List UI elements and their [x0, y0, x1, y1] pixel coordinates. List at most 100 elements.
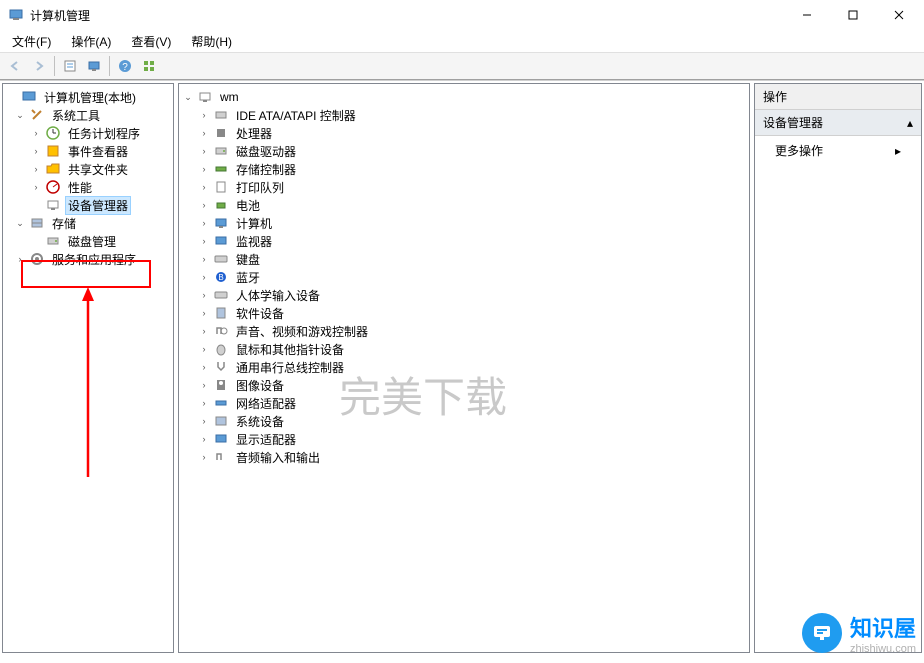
device-root[interactable]: ⌄ wm [181, 88, 747, 106]
toolbar-view-icon[interactable] [138, 55, 160, 77]
close-button[interactable] [876, 0, 922, 30]
device-category[interactable]: › IDE ATA/ATAPI 控制器 [181, 106, 747, 124]
maximize-button[interactable] [830, 0, 876, 30]
expander-icon[interactable]: ⌄ [13, 216, 27, 230]
computer-icon [197, 89, 213, 105]
device-icon [213, 395, 229, 411]
expander-icon[interactable]: › [29, 162, 43, 176]
device-category[interactable]: › 计算机 [181, 214, 747, 232]
device-category[interactable]: › 系统设备 [181, 412, 747, 430]
device-category[interactable]: › 人体学输入设备 [181, 286, 747, 304]
toolbar-monitor-icon[interactable] [83, 55, 105, 77]
tree-disk-management[interactable]: › 磁盘管理 [5, 232, 171, 250]
menu-help[interactable]: 帮助(H) [185, 31, 238, 52]
actions-subheader[interactable]: 设备管理器 ▴ [755, 110, 921, 136]
expander-icon[interactable]: › [197, 414, 211, 428]
tree-event-viewer[interactable]: › 事件查看器 [5, 142, 171, 160]
minimize-button[interactable] [784, 0, 830, 30]
forward-button[interactable] [28, 55, 50, 77]
app-icon [8, 7, 24, 23]
device-category[interactable]: › 图像设备 [181, 376, 747, 394]
back-button[interactable] [4, 55, 26, 77]
device-label: 显示适配器 [233, 430, 299, 449]
device-category[interactable]: › 处理器 [181, 124, 747, 142]
expander-icon[interactable]: › [197, 288, 211, 302]
expander-icon[interactable]: › [29, 144, 43, 158]
device-label: 图像设备 [233, 376, 287, 395]
tree-root[interactable]: ▶ 计算机管理(本地) [5, 88, 171, 106]
expander-icon[interactable]: › [197, 126, 211, 140]
expander-icon[interactable]: › [197, 216, 211, 230]
brand-badge: 知识屋 zhishiwu.com [802, 611, 916, 655]
device-category[interactable]: › 软件设备 [181, 304, 747, 322]
expander-icon[interactable]: › [197, 378, 211, 392]
annotation-arrow [73, 287, 103, 477]
toolbar-properties-icon[interactable] [59, 55, 81, 77]
device-category[interactable]: › B 蓝牙 [181, 268, 747, 286]
tree-task-scheduler[interactable]: › 任务计划程序 [5, 124, 171, 142]
device-category[interactable]: › 声音、视频和游戏控制器 [181, 322, 747, 340]
device-label: 软件设备 [233, 304, 287, 323]
expander-icon[interactable]: › [29, 126, 43, 140]
device-category[interactable]: › 电池 [181, 196, 747, 214]
device-icon [213, 413, 229, 429]
expander-icon[interactable]: › [197, 450, 211, 464]
tree-storage[interactable]: ⌄ 存储 [5, 214, 171, 232]
tree-services-apps[interactable]: › 服务和应用程序 [5, 250, 171, 268]
tree-shared-folders[interactable]: › 共享文件夹 [5, 160, 171, 178]
brand-url: zhishiwu.com [850, 643, 916, 655]
device-category[interactable]: › 鼠标和其他指针设备 [181, 340, 747, 358]
storage-icon [29, 215, 45, 231]
device-label: 鼠标和其他指针设备 [233, 340, 347, 359]
expander-icon[interactable]: › [197, 306, 211, 320]
device-category[interactable]: › 显示适配器 [181, 430, 747, 448]
menubar: 文件(F) 操作(A) 查看(V) 帮助(H) [0, 30, 924, 52]
tree-performance[interactable]: › 性能 [5, 178, 171, 196]
device-icon [213, 251, 229, 267]
device-category[interactable]: › 网络适配器 [181, 394, 747, 412]
expander-icon[interactable]: › [197, 324, 211, 338]
device-label: 键盘 [233, 250, 263, 269]
device-category[interactable]: › 通用串行总线控制器 [181, 358, 747, 376]
expander-icon[interactable]: › [197, 144, 211, 158]
expander-icon[interactable]: › [197, 180, 211, 194]
toolbar: ? [0, 52, 924, 80]
menu-view[interactable]: 查看(V) [125, 31, 177, 52]
left-tree-pane[interactable]: ▶ 计算机管理(本地) ⌄ 系统工具 › 任务计划程序 › 事件查看器 › [2, 83, 174, 653]
expander-icon[interactable]: › [197, 342, 211, 356]
device-label: 通用串行总线控制器 [233, 358, 347, 377]
actions-header: 操作 [755, 84, 921, 110]
collapse-icon[interactable]: ▴ [907, 116, 913, 130]
svg-text:?: ? [122, 62, 128, 73]
toolbar-help-icon[interactable]: ? [114, 55, 136, 77]
expander-icon[interactable]: › [197, 252, 211, 266]
device-category[interactable]: › 监视器 [181, 232, 747, 250]
device-category[interactable]: › 打印队列 [181, 178, 747, 196]
menu-file[interactable]: 文件(F) [6, 31, 57, 52]
chevron-right-icon: ▸ [895, 144, 901, 158]
menu-action[interactable]: 操作(A) [65, 31, 117, 52]
expander-icon[interactable]: › [197, 162, 211, 176]
tree-system-tools[interactable]: ⌄ 系统工具 [5, 106, 171, 124]
more-actions-item[interactable]: 更多操作 ▸ [755, 136, 921, 165]
expander-icon[interactable]: › [29, 180, 43, 194]
expander-icon[interactable]: › [197, 108, 211, 122]
device-label: 计算机 [233, 214, 275, 233]
expander-icon[interactable]: › [13, 252, 27, 266]
device-category[interactable]: › 键盘 [181, 250, 747, 268]
expander-icon[interactable]: ⌄ [181, 90, 195, 104]
expander-icon[interactable]: › [197, 396, 211, 410]
device-tree-pane[interactable]: ⌄ wm › IDE ATA/ATAPI 控制器› 处理器› 磁盘驱动器› 存储… [178, 83, 750, 653]
expander-icon[interactable]: ⌄ [13, 108, 27, 122]
expander-icon[interactable]: › [197, 360, 211, 374]
device-label: IDE ATA/ATAPI 控制器 [233, 106, 359, 125]
device-category[interactable]: › 音频输入和输出 [181, 448, 747, 466]
tree-device-manager[interactable]: › 设备管理器 [5, 196, 171, 214]
expander-icon[interactable]: › [197, 270, 211, 284]
folder-icon [45, 161, 61, 177]
expander-icon[interactable]: › [197, 198, 211, 212]
expander-icon[interactable]: › [197, 432, 211, 446]
device-category[interactable]: › 磁盘驱动器 [181, 142, 747, 160]
expander-icon[interactable]: › [197, 234, 211, 248]
device-category[interactable]: › 存储控制器 [181, 160, 747, 178]
